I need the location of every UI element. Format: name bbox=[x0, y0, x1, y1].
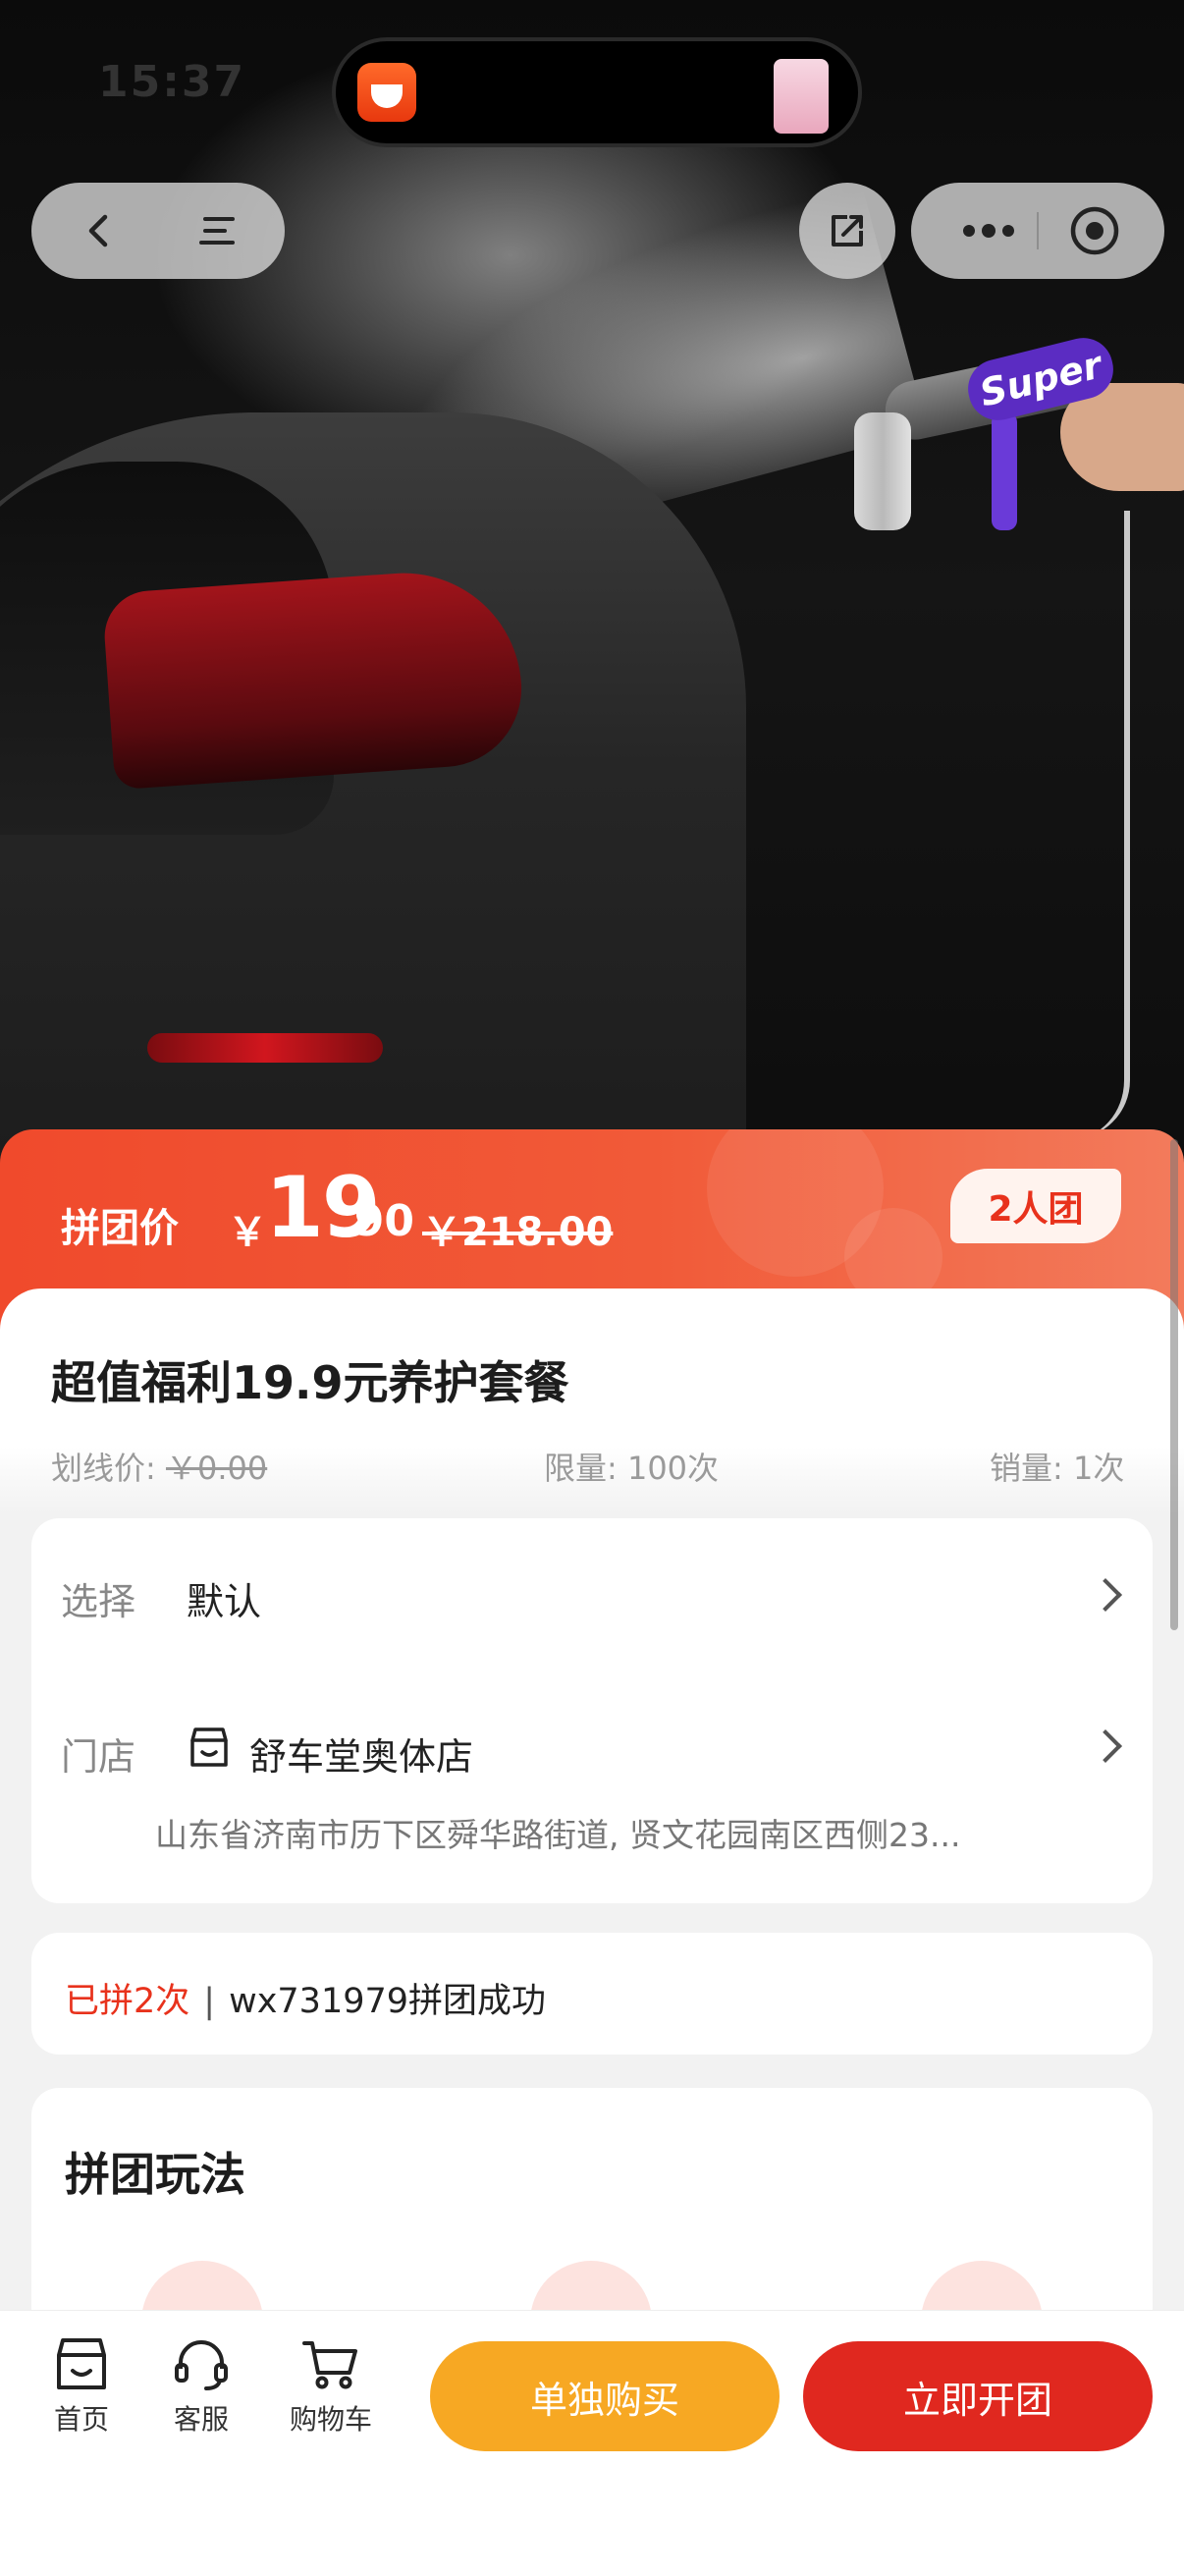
capsule-divider bbox=[1037, 212, 1039, 249]
store-label: 门店 bbox=[61, 1735, 136, 1779]
cart-icon bbox=[302, 2341, 357, 2389]
group-count: 已拼2次 bbox=[65, 1982, 190, 2021]
product-title: 超值福利19.9元养护套餐 bbox=[51, 1356, 569, 1409]
target-icon bbox=[1070, 206, 1119, 255]
share-icon-wrap bbox=[799, 183, 895, 279]
menu-button[interactable] bbox=[169, 183, 265, 279]
buy-alone-button[interactable]: 单独购买 bbox=[430, 2341, 780, 2451]
app-icon bbox=[357, 63, 416, 122]
shop-icon bbox=[57, 2338, 106, 2389]
chevron-right-icon bbox=[1089, 1729, 1122, 1763]
status-time: 15:37 bbox=[98, 57, 246, 107]
more-button[interactable] bbox=[941, 183, 1037, 279]
share-button[interactable] bbox=[799, 183, 895, 279]
price-decimal: .90 bbox=[338, 1196, 414, 1246]
select-label: 选择 bbox=[61, 1580, 136, 1623]
store-icon bbox=[190, 1727, 228, 1767]
store-row[interactable]: 门店 舒车堂奥体店 bbox=[31, 1670, 1153, 1895]
chevron-right-icon bbox=[1089, 1578, 1122, 1612]
list-price-label: 划线价: bbox=[51, 1450, 156, 1487]
group-success-text: wx731979拼团成功 bbox=[229, 1982, 547, 2021]
miniprogram-capsule bbox=[911, 183, 1164, 279]
tab-customer-service[interactable]: 客服 bbox=[147, 2335, 255, 2438]
start-group-button[interactable]: 立即开团 bbox=[803, 2341, 1153, 2451]
group-status-line: 已拼2次 | wx731979拼团成功 bbox=[65, 1973, 546, 2023]
list-price-value: ￥0.00 bbox=[165, 1450, 268, 1487]
team-size-badge: 2人团 bbox=[950, 1169, 1121, 1243]
store-name: 舒车堂奥体店 bbox=[249, 1735, 474, 1779]
select-option-row[interactable]: 选择 默认 bbox=[31, 1518, 1153, 1666]
product-hero-image: Super bbox=[0, 0, 1184, 1178]
tab-service-label: 客服 bbox=[173, 2403, 229, 2436]
car-reflector bbox=[147, 1033, 383, 1063]
back-button[interactable] bbox=[51, 183, 147, 279]
close-miniprogram-button[interactable] bbox=[1047, 183, 1143, 279]
original-price: ￥218.00 bbox=[422, 1210, 614, 1255]
tab-cart-label: 购物车 bbox=[289, 2403, 372, 2436]
tab-home-label: 首页 bbox=[53, 2403, 109, 2436]
group-price-label: 拼团价 bbox=[61, 1206, 179, 1251]
scrollbar[interactable] bbox=[1170, 1139, 1178, 1630]
nav-left-capsule bbox=[31, 183, 285, 279]
price-currency: ￥ bbox=[228, 1210, 267, 1255]
sales-text: 销量: 1次 bbox=[990, 1450, 1125, 1487]
list-price: 划线价: ￥0.00 bbox=[51, 1444, 267, 1489]
group-separator: | bbox=[203, 1982, 216, 2021]
car-taillight bbox=[101, 565, 527, 791]
spray-bottle bbox=[854, 412, 911, 530]
headset-icon bbox=[175, 2340, 228, 2390]
tab-cart[interactable]: 购物车 bbox=[277, 2335, 385, 2438]
tab-home[interactable]: 首页 bbox=[27, 2335, 135, 2438]
spray-gun-handle bbox=[992, 412, 1017, 530]
group-rules-title: 拼团玩法 bbox=[65, 2148, 245, 2201]
back-icon bbox=[88, 214, 108, 247]
media-thumbnail bbox=[774, 59, 829, 134]
share-icon bbox=[832, 215, 863, 247]
select-value: 默认 bbox=[187, 1580, 262, 1623]
limit-text: 限量: 100次 bbox=[544, 1450, 720, 1487]
hose bbox=[1006, 511, 1130, 1139]
more-icon bbox=[963, 224, 1014, 238]
store-address: 山东省济南市历下区舜华路街道, 贤文花园南区西侧23... bbox=[155, 1816, 961, 1854]
dynamic-island bbox=[332, 37, 862, 147]
menu-icon bbox=[199, 217, 235, 245]
